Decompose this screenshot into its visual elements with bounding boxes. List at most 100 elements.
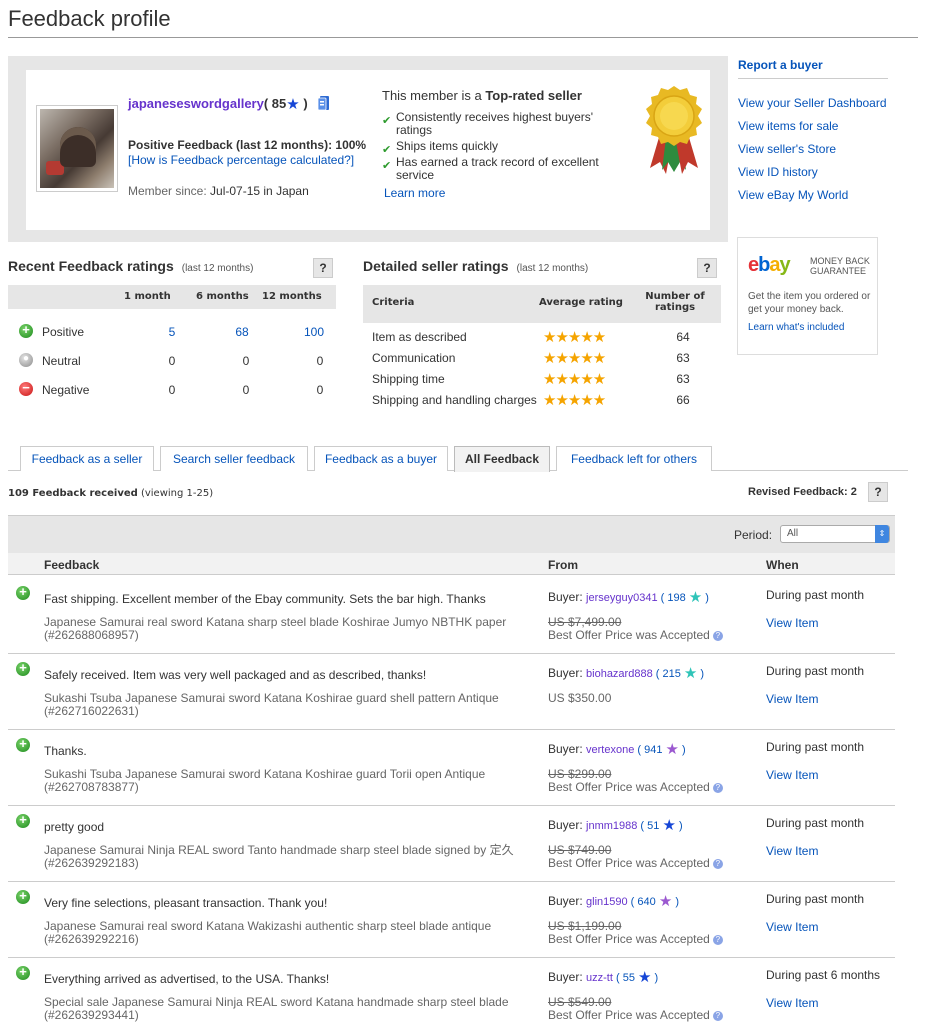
rating-stars-icon: ★★★★★ <box>543 392 606 409</box>
mbg-learn-link[interactable]: Learn what's included <box>748 322 844 333</box>
positive-6-months-link[interactable]: 68 <box>222 325 262 339</box>
seller-line: japaneseswordgallery( 85★ ) <box>128 94 331 113</box>
recent-ratings-title: Recent Feedback ratings (last 12 months) <box>8 258 254 274</box>
positive-icon: + <box>16 888 30 904</box>
buyer-score[interactable]: ( 941 ★ ) <box>634 741 685 758</box>
top-rated-medal-icon <box>646 86 702 174</box>
dsr-row: Communication ★★★★★ 63 <box>372 350 690 367</box>
price-info: US $749.00 Best Offer Price was Accepted… <box>548 844 723 870</box>
period-select[interactable]: All ⇕ <box>780 525 890 543</box>
buyer-score[interactable]: ( 55 ★ ) <box>613 969 658 986</box>
info-icon[interactable]: ? <box>712 935 723 945</box>
top-rated-panel: This member is a Top-rated seller ✔ Consi… <box>382 88 622 200</box>
best-offer-note: Best Offer Price was Accepted? <box>548 629 723 642</box>
item-title: Special sale Japanese Samurai Ninja REAL… <box>44 995 509 1022</box>
positive-1-month-link[interactable]: 5 <box>152 325 192 339</box>
me-badge-icon[interactable] <box>317 94 331 112</box>
seller-name-link[interactable]: japaneseswordgallery <box>128 96 264 111</box>
positive-12-months-link[interactable]: 100 <box>294 325 334 339</box>
item-title: Sukashi Tsuba Japanese Samurai sword Kat… <box>44 767 486 794</box>
mbg-description: Get the item you ordered or get your mon… <box>748 291 871 315</box>
best-offer-note: Best Offer Price was Accepted? <box>548 857 723 870</box>
feedback-when: During past month <box>766 816 865 830</box>
buyer-info: Buyer: jerseyguy0341 ( 198 ★ ) <box>548 588 709 606</box>
table-row: + Everything arrived as advertised, to t… <box>8 958 895 1024</box>
detailed-help-button[interactable]: ? <box>697 258 717 278</box>
seller-score[interactable]: 85 <box>272 96 286 111</box>
table-row: + Very fine selections, pleasant transac… <box>8 882 895 958</box>
items-for-sale-link[interactable]: View items for sale <box>738 119 838 133</box>
positive-icon: + <box>16 584 30 600</box>
buyer-name-link[interactable]: uzz-tt <box>586 972 613 984</box>
feedback-comment: Everything arrived as advertised, to the… <box>44 972 330 986</box>
top-rated-point: ✔ Consistently receives highest buyers' r… <box>382 110 594 137</box>
avatar[interactable] <box>36 105 118 192</box>
page-title: Feedback profile <box>8 6 171 31</box>
feedback-when: During past month <box>766 892 865 906</box>
tab-feedback-as-buyer[interactable]: Feedback as a buyer <box>314 446 448 471</box>
recent-row-negative: − Negative 0 0 0 <box>8 380 336 400</box>
buyer-name-link[interactable]: jerseyguy0341 <box>586 592 658 604</box>
view-item-link[interactable]: View Item <box>766 616 818 630</box>
member-since-label: Member since: <box>128 184 211 198</box>
my-world-link[interactable]: View eBay My World <box>738 188 848 202</box>
tab-all-feedback[interactable]: All Feedback <box>454 446 550 472</box>
info-icon[interactable]: ? <box>712 1011 723 1021</box>
tab-feedback-as-seller[interactable]: Feedback as a seller <box>20 446 154 471</box>
recent-row-neutral: ● Neutral 0 0 0 <box>8 351 336 371</box>
seller-dashboard-link[interactable]: View your Seller Dashboard <box>738 96 887 110</box>
table-row: + pretty good Japanese Samurai Ninja REA… <box>8 806 895 882</box>
positive-feedback-percent: Positive Feedback (last 12 months): 100% <box>128 138 367 152</box>
id-history-link[interactable]: View ID history <box>738 165 818 179</box>
revised-help-button[interactable]: ? <box>868 482 888 502</box>
detailed-ratings-title: Detailed seller ratings (last 12 months) <box>363 258 589 274</box>
buyer-prefix: Buyer: <box>548 970 587 984</box>
learn-more-link[interactable]: Learn more <box>382 186 622 200</box>
buyer-score[interactable]: ( 51 ★ ) <box>637 817 682 834</box>
feedback-star-icon: ★ <box>658 893 673 910</box>
buyer-name-link[interactable]: vertexone <box>586 744 634 756</box>
dsr-row: Shipping time ★★★★★ 63 <box>372 371 690 388</box>
dsr-row: Item as described ★★★★★ 64 <box>372 329 690 346</box>
buyer-score[interactable]: ( 640 ★ ) <box>628 893 679 910</box>
tab-feedback-left-for-others[interactable]: Feedback left for others <box>556 446 712 471</box>
price-info: US $549.00 Best Offer Price was Accepted… <box>548 996 723 1022</box>
report-buyer-link[interactable]: Report a buyer <box>738 58 823 72</box>
recent-help-button[interactable]: ? <box>313 258 333 278</box>
rating-stars-icon: ★★★★★ <box>543 350 606 367</box>
revised-feedback: Revised Feedback: 2 <box>748 486 857 498</box>
view-item-link[interactable]: View Item <box>766 996 818 1010</box>
rating-stars-icon: ★★★★★ <box>543 329 606 346</box>
top-rated-point: ✔ Has earned a track record of excellent … <box>382 155 599 182</box>
buyer-name-link[interactable]: glin1590 <box>586 896 628 908</box>
price-info: US $1,199.00 Best Offer Price was Accept… <box>548 920 723 946</box>
buyer-name-link[interactable]: jnmm1988 <box>586 820 637 832</box>
view-item-link[interactable]: View Item <box>766 768 818 782</box>
view-item-link[interactable]: View Item <box>766 844 818 858</box>
ebay-logo: ebay <box>748 254 791 276</box>
seller-store-link[interactable]: View seller's Store <box>738 142 836 156</box>
sidebar-links: View your Seller Dashboard View items fo… <box>738 97 888 212</box>
score-close: ) <box>299 96 308 111</box>
buyer-score[interactable]: ( 215 ★ ) <box>653 665 704 682</box>
positive-icon: + <box>16 964 30 980</box>
tab-search-seller-feedback[interactable]: Search seller feedback <box>160 446 308 471</box>
how-calculated-link[interactable]: [How is Feedback percentage calculated?] <box>128 153 354 167</box>
price-info: US $7,499.00 Best Offer Price was Accept… <box>548 616 723 642</box>
feedback-when: During past 6 months <box>766 968 881 982</box>
profile-summary-inner: japaneseswordgallery( 85★ ) Positive Fee… <box>26 70 710 230</box>
period-bar: Period: All ⇕ <box>8 515 895 553</box>
view-item-link[interactable]: View Item <box>766 692 818 706</box>
info-icon[interactable]: ? <box>712 783 723 793</box>
buyer-score[interactable]: ( 198 ★ ) <box>658 589 709 606</box>
item-title: Japanese Samurai real sword Katana sharp… <box>44 615 507 642</box>
info-icon[interactable]: ? <box>712 859 723 869</box>
buyer-name-link[interactable]: biohazard888 <box>586 668 653 680</box>
table-row: + Thanks. Sukashi Tsuba Japanese Samurai… <box>8 730 895 806</box>
info-icon[interactable]: ? <box>712 631 723 641</box>
best-offer-note: Best Offer Price was Accepted? <box>548 933 723 946</box>
view-item-link[interactable]: View Item <box>766 920 818 934</box>
buyer-prefix: Buyer: <box>548 894 587 908</box>
top-rated-bold: Top-rated seller <box>485 88 582 103</box>
feedback-star-icon: ★ <box>665 741 679 758</box>
